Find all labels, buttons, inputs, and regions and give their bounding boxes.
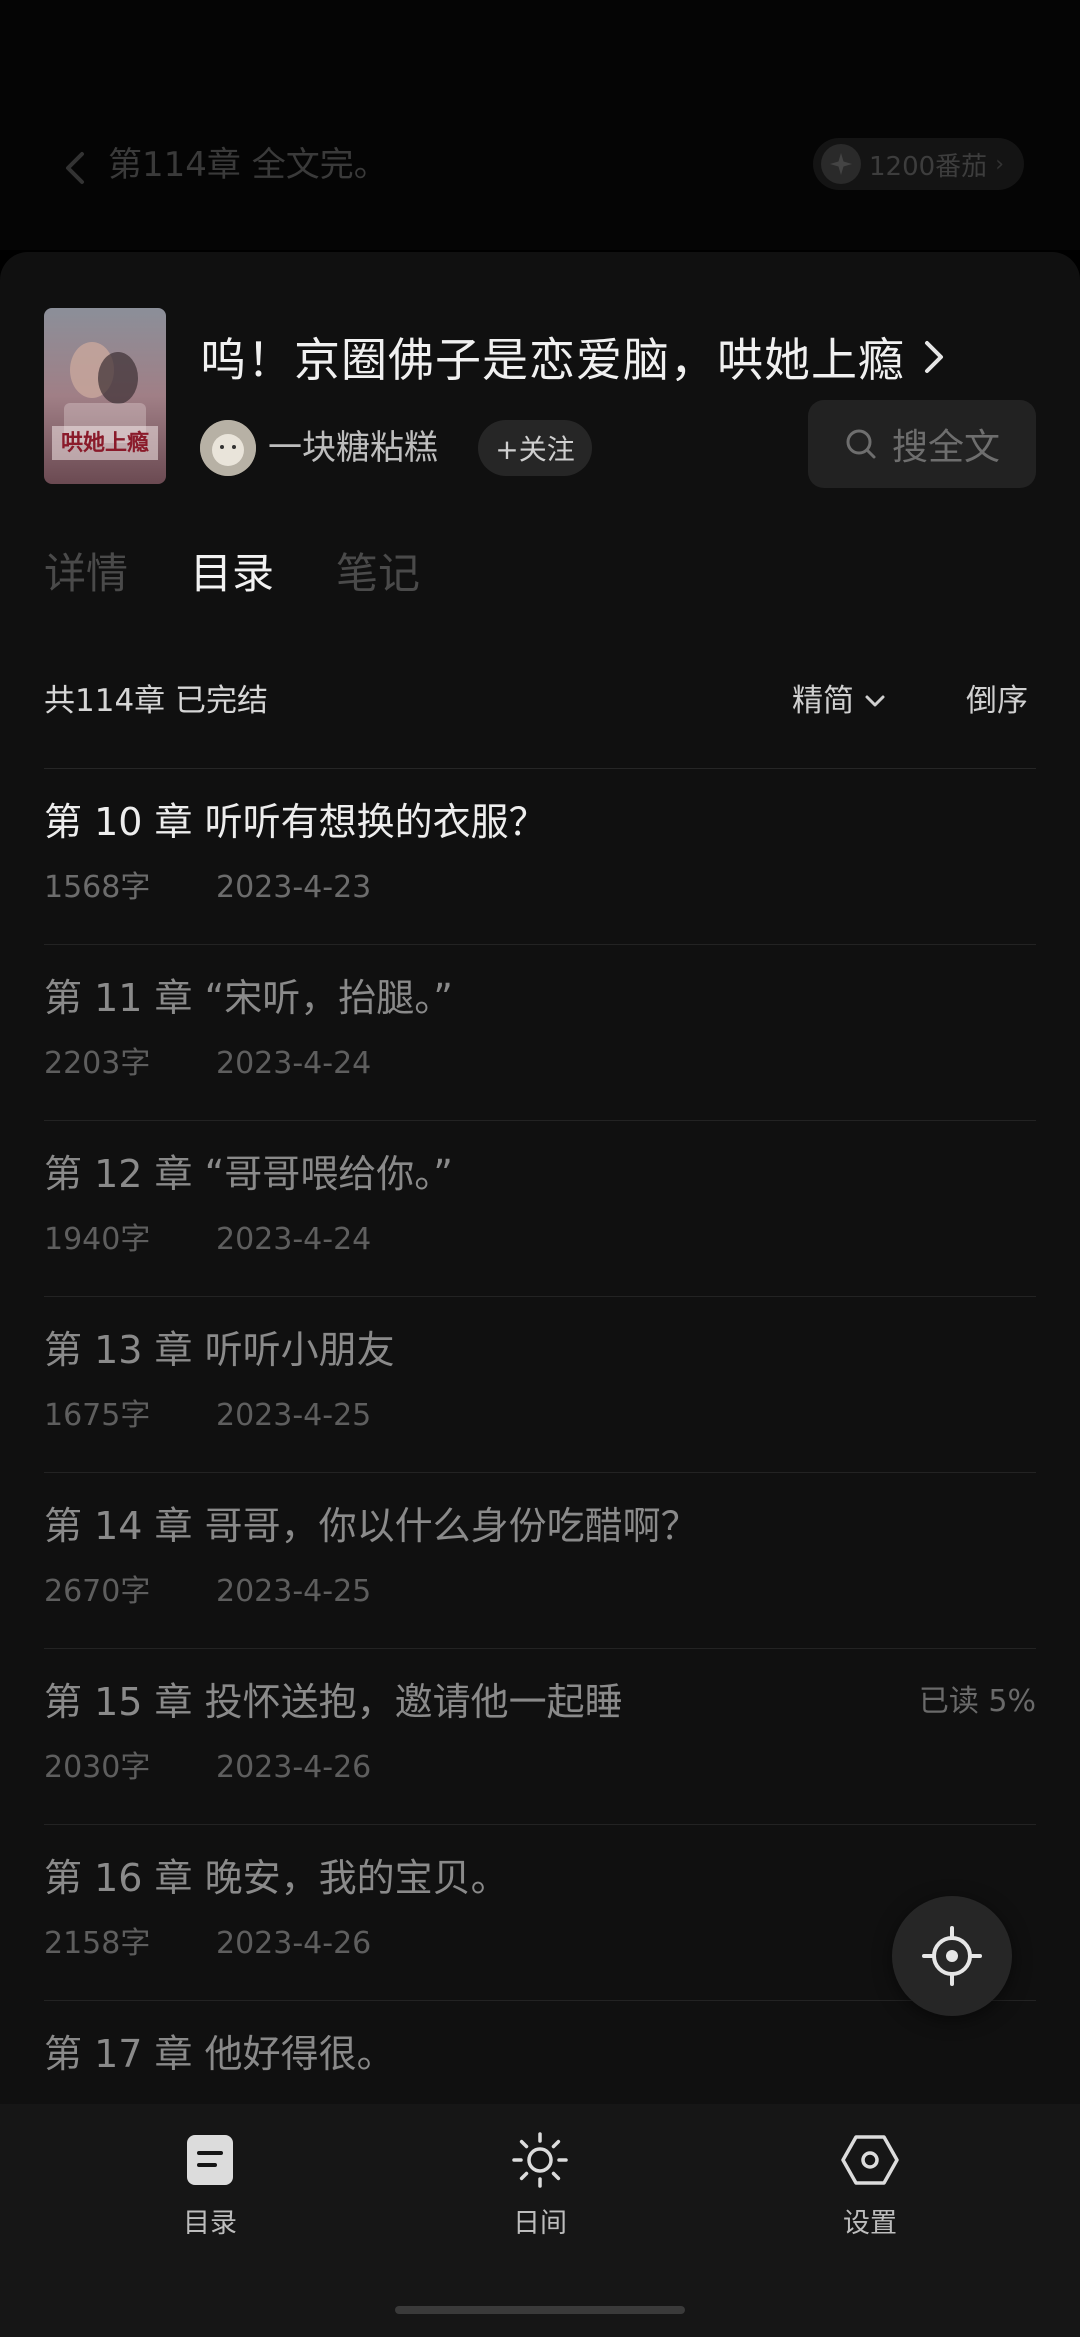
chapter-title: 第 13 章 听听小朋友 — [44, 1328, 395, 1372]
crosshair-icon — [922, 1926, 982, 1986]
chapter-title: 第 11 章 “宋听，抬腿。” — [44, 976, 453, 1020]
chapter-date: 2023-4-26 — [216, 1750, 372, 1785]
chevron-left-icon[interactable] — [60, 148, 90, 188]
chapter-row[interactable]: 第 11 章 “宋听，抬腿。” 2203字 2023-4-24 — [44, 945, 1036, 1121]
chapter-title: 第 16 章 晚安，我的宝贝。 — [44, 1856, 509, 1900]
chapter-title: 第 10 章 听听有想换的衣服？ — [44, 800, 547, 844]
chevron-right-icon — [925, 341, 943, 373]
follow-button[interactable]: +关注 — [478, 420, 592, 476]
toolbar-daymode-label: 日间 — [513, 2208, 567, 2239]
chapter-row[interactable]: 第 12 章 “哥哥喂给你。” 1940字 2023-4-24 — [44, 1121, 1036, 1297]
chapter-date: 2023-4-23 — [216, 870, 372, 905]
chapter-date: 2023-4-25 — [216, 1574, 372, 1609]
book-title: 呜！京圈佛子是恋爱脑，哄她上瘾 — [200, 333, 905, 387]
points-pill[interactable]: 1200番茄 › — [813, 138, 1024, 190]
catalog-summary: 共114章 已完结 — [44, 683, 269, 719]
chapter-word-count: 2158字 — [44, 1926, 151, 1961]
reader-top-bar: 第114章 全文完。 1200番茄 › — [0, 0, 1080, 250]
book-cover[interactable]: 哄她上瘾 — [44, 308, 166, 484]
read-progress-label: 已读 5% — [918, 1684, 1036, 1719]
chevron-right-icon: › — [995, 151, 1004, 177]
variant-dropdown[interactable]: 精简 — [792, 676, 886, 726]
tab-notes[interactable]: 笔记 — [336, 544, 420, 604]
chapter-date: 2023-4-24 — [216, 1046, 372, 1081]
catalog-sheet: 哄她上瘾 呜！京圈佛子是恋爱脑，哄她上瘾 一块糖粘糕 +关注 搜全文 详情 目录… — [0, 252, 1080, 2337]
points-label: 1200番茄 — [869, 151, 988, 182]
tab-catalog[interactable]: 目录 — [190, 544, 274, 604]
chapter-date: 2023-4-24 — [216, 1222, 372, 1257]
toolbar-daymode-button[interactable]: 日间 — [440, 2128, 640, 2242]
toolbar-settings-label: 设置 — [843, 2208, 897, 2239]
book-cover-title: 哄她上瘾 — [60, 430, 149, 456]
home-indicator — [395, 2306, 685, 2314]
chapter-word-count: 1568字 — [44, 870, 151, 905]
author-name[interactable]: 一块糖粘糕 — [268, 424, 438, 472]
search-label: 搜全文 — [891, 427, 1000, 468]
chapter-word-count: 2203字 — [44, 1046, 151, 1081]
tab-bar: 详情 目录 笔记 — [44, 544, 420, 604]
search-icon — [846, 429, 876, 459]
chapter-date: 2023-4-25 — [216, 1398, 372, 1433]
chapter-row[interactable]: 第 13 章 听听小朋友 1675字 2023-4-25 — [44, 1297, 1036, 1473]
hexagon-settings-icon — [838, 2128, 902, 2192]
chapter-date: 2023-4-26 — [216, 1926, 372, 1961]
chapter-word-count: 2030字 — [44, 1750, 151, 1785]
avatar[interactable] — [200, 420, 256, 476]
tab-details[interactable]: 详情 — [44, 544, 128, 604]
toolbar-settings-button[interactable]: 设置 — [770, 2128, 970, 2242]
chapter-word-count: 1675字 — [44, 1398, 151, 1433]
sun-icon — [508, 2128, 572, 2192]
toolbar-catalog-label: 目录 — [183, 2208, 237, 2239]
chevron-down-icon — [865, 695, 885, 707]
reader-chapter-title: 第114章 全文完。 — [108, 145, 388, 185]
chapter-row[interactable]: 第 10 章 听听有想换的衣服？ 1568字 2023-4-23 — [44, 769, 1036, 945]
variant-label: 精简 — [792, 683, 854, 719]
toolbar-catalog-button[interactable]: 目录 — [110, 2128, 310, 2242]
search-fulltext-button[interactable]: 搜全文 — [808, 400, 1036, 488]
catalog-icon — [178, 2128, 242, 2192]
chapter-row[interactable]: 第 16 章 晚安，我的宝贝。 2158字 2023-4-26 — [44, 1825, 1036, 2001]
book-title-link[interactable]: 呜！京圈佛子是恋爱脑，哄她上瘾 — [200, 322, 1044, 392]
chapter-title: 第 14 章 哥哥，你以什么身份吃醋啊？ — [44, 1504, 699, 1548]
bottom-toolbar: 目录 日间 设置 — [0, 2104, 1080, 2337]
sparkle-icon — [821, 144, 862, 184]
chapter-row[interactable]: 第 15 章 投怀送抱，邀请他一起睡 已读 5% 2030字 2023-4-26 — [44, 1649, 1036, 1825]
chapter-title: 第 17 章 他好得很。 — [44, 2032, 395, 2076]
chapter-word-count: 2670字 — [44, 1574, 151, 1609]
chapter-title: 第 15 章 投怀送抱，邀请他一起睡 — [44, 1680, 623, 1724]
chapter-title: 第 12 章 “哥哥喂给你。” — [44, 1152, 453, 1196]
chapter-row[interactable]: 第 14 章 哥哥，你以什么身份吃醋啊？ 2670字 2023-4-25 — [44, 1473, 1036, 1649]
locate-current-button[interactable] — [892, 1896, 1012, 2016]
chapter-list: 第 10 章 听听有想换的衣服？ 1568字 2023-4-23 第 11 章 … — [44, 769, 1036, 2177]
chapter-word-count: 1940字 — [44, 1222, 151, 1257]
reverse-order-button[interactable]: 倒序 — [966, 676, 1028, 726]
